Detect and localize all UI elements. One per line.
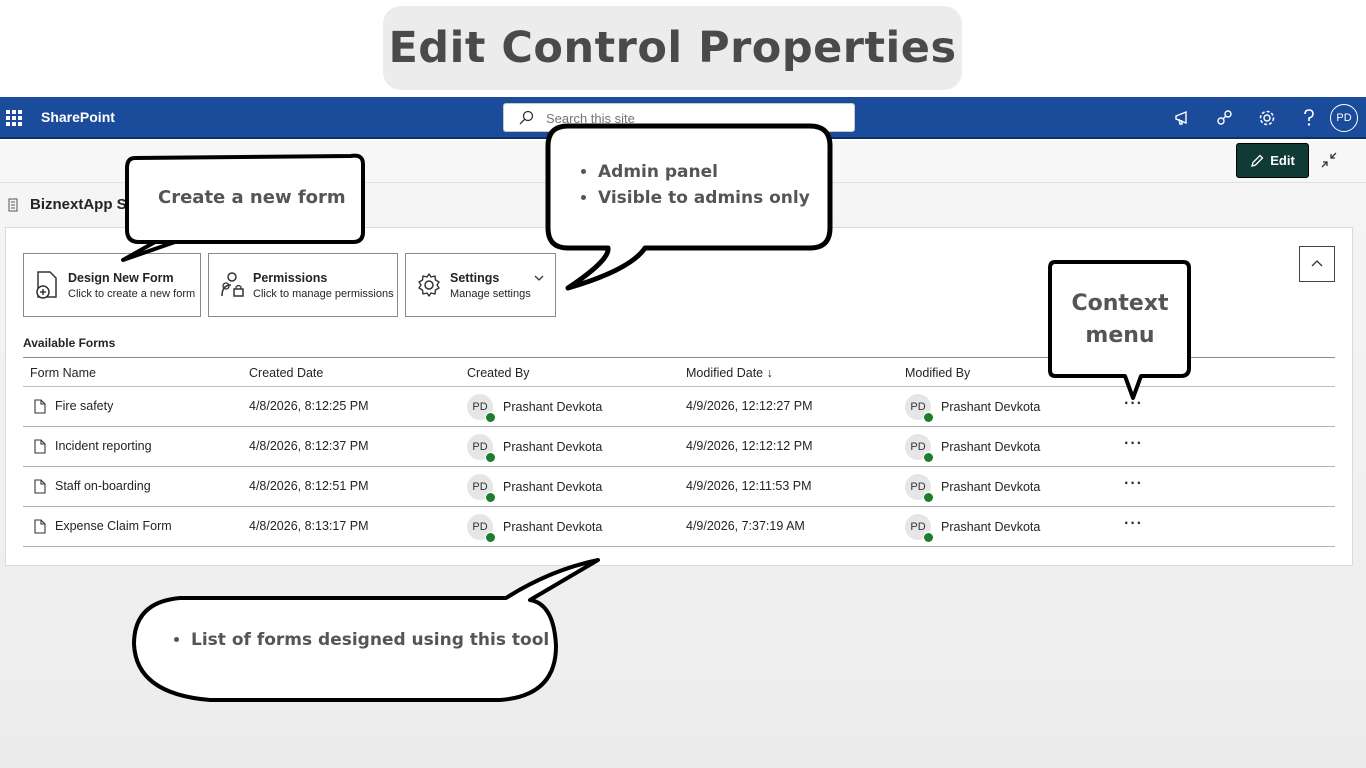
callout-admin-item: Admin panel xyxy=(598,162,810,182)
callout-forms-list-item: List of forms designed using this tool xyxy=(191,630,549,650)
callout-create-form-text: Create a new form xyxy=(158,187,346,208)
presence-available-icon xyxy=(923,452,934,463)
created-by-persona[interactable]: PD Prashant Devkota xyxy=(467,434,603,463)
user-avatar[interactable]: PD xyxy=(1330,104,1358,132)
more-options-icon[interactable]: ··· xyxy=(1124,435,1143,453)
modified-date: 4/9/2026, 12:11:53 PM xyxy=(686,479,812,493)
avatar: PD xyxy=(905,394,934,423)
settings-subtitle: Manage settings xyxy=(450,287,531,300)
presence-available-icon xyxy=(923,412,934,423)
avatar: PD xyxy=(467,514,496,543)
modified-by-name: Prashant Devkota xyxy=(941,440,1041,454)
document-icon xyxy=(34,519,46,534)
document-icon xyxy=(34,439,46,454)
available-forms-label: Available Forms xyxy=(23,336,116,350)
avatar: PD xyxy=(467,394,496,423)
more-options-icon[interactable]: ··· xyxy=(1124,475,1143,493)
created-by-persona[interactable]: PD Prashant Devkota xyxy=(467,394,603,423)
modified-by-name: Prashant Devkota xyxy=(941,520,1041,534)
new-form-icon xyxy=(36,271,57,299)
settings-button[interactable]: Settings Manage settings xyxy=(405,253,556,317)
modified-by-name: Prashant Devkota xyxy=(941,400,1041,414)
callout-context-line: Context xyxy=(1071,291,1169,316)
created-date: 4/8/2026, 8:12:51 PM xyxy=(249,479,369,493)
design-new-form-subtitle: Click to create a new form xyxy=(68,287,196,300)
settings-title: Settings xyxy=(450,270,500,285)
permissions-subtitle: Click to manage permissions xyxy=(253,287,394,300)
created-by-name: Prashant Devkota xyxy=(503,440,603,454)
form-name-link[interactable]: Staff on-boarding xyxy=(55,479,151,493)
collapse-icon[interactable] xyxy=(1320,151,1338,169)
tutorial-title-banner: Edit Control Properties xyxy=(383,6,962,90)
avatar: PD xyxy=(905,474,934,503)
app-name[interactable]: SharePoint xyxy=(41,109,115,125)
document-icon xyxy=(34,399,46,414)
search-icon xyxy=(519,110,534,125)
column-header-created-by[interactable]: Created By xyxy=(467,366,530,380)
modified-date: 4/9/2026, 12:12:27 PM xyxy=(686,399,813,413)
callout-admin-item: Visible to admins only xyxy=(598,188,810,208)
share-icon[interactable] xyxy=(1204,97,1246,139)
form-name-link[interactable]: Incident reporting xyxy=(55,439,152,453)
modified-by-persona[interactable]: PD Prashant Devkota xyxy=(905,474,1041,503)
design-new-form-title: Design New Form xyxy=(68,270,174,285)
created-date: 4/8/2026, 8:12:25 PM xyxy=(249,399,369,413)
modified-date: 4/9/2026, 12:12:12 PM xyxy=(686,439,813,453)
callout-context-menu-text: Context menu xyxy=(1050,288,1190,352)
presence-available-icon xyxy=(485,452,496,463)
document-icon xyxy=(34,479,46,494)
app-launcher-icon[interactable] xyxy=(6,110,22,126)
column-header-form-name[interactable]: Form Name xyxy=(30,366,96,380)
chevron-up-icon xyxy=(1311,260,1323,267)
more-options-icon[interactable]: ··· xyxy=(1124,515,1143,533)
presence-available-icon xyxy=(485,412,496,423)
modified-by-persona[interactable]: PD Prashant Devkota xyxy=(905,394,1041,423)
table-row[interactable]: Incident reporting 4/8/2026, 8:12:37 PM … xyxy=(23,427,1335,467)
presence-available-icon xyxy=(923,492,934,503)
modified-by-persona[interactable]: PD Prashant Devkota xyxy=(905,434,1041,463)
page-icon xyxy=(8,198,18,211)
column-header-modified-date[interactable]: Modified Date ↓ xyxy=(686,366,773,380)
callout-context-line: menu xyxy=(1085,323,1155,348)
avatar: PD xyxy=(467,474,496,503)
pencil-icon xyxy=(1251,154,1264,167)
edit-label: Edit xyxy=(1270,153,1295,168)
created-by-name: Prashant Devkota xyxy=(503,400,603,414)
column-header-created-date[interactable]: Created Date xyxy=(249,366,323,380)
presence-available-icon xyxy=(923,532,934,543)
help-icon[interactable] xyxy=(1288,97,1330,139)
modified-date: 4/9/2026, 7:37:19 AM xyxy=(686,519,805,533)
avatar: PD xyxy=(467,434,496,463)
callout-forms-list-list: List of forms designed using this tool xyxy=(191,630,549,650)
modified-by-persona[interactable]: PD Prashant Devkota xyxy=(905,514,1041,543)
form-name-link[interactable]: Expense Claim Form xyxy=(55,519,172,533)
avatar: PD xyxy=(905,514,934,543)
tutorial-title: Edit Control Properties xyxy=(388,23,957,73)
created-by-persona[interactable]: PD Prashant Devkota xyxy=(467,474,603,503)
people-lock-icon xyxy=(221,272,244,297)
table-row[interactable]: Expense Claim Form 4/8/2026, 8:13:17 PM … xyxy=(23,507,1335,547)
gear-icon[interactable] xyxy=(1246,97,1288,139)
collapse-section-button[interactable] xyxy=(1299,246,1335,282)
created-date: 4/8/2026, 8:12:37 PM xyxy=(249,439,369,453)
edit-page-button[interactable]: Edit xyxy=(1236,143,1309,178)
gear-icon xyxy=(418,273,440,297)
modified-by-name: Prashant Devkota xyxy=(941,480,1041,494)
created-by-persona[interactable]: PD Prashant Devkota xyxy=(467,514,603,543)
form-name-link[interactable]: Fire safety xyxy=(55,399,113,413)
presence-available-icon xyxy=(485,532,496,543)
presence-available-icon xyxy=(485,492,496,503)
created-by-name: Prashant Devkota xyxy=(503,480,603,494)
megaphone-icon[interactable] xyxy=(1162,97,1204,139)
table-row[interactable]: Staff on-boarding 4/8/2026, 8:12:51 PM P… xyxy=(23,467,1335,507)
permissions-title: Permissions xyxy=(253,270,328,285)
callout-admin-panel-list: Admin panel Visible to admins only xyxy=(598,162,810,208)
created-by-name: Prashant Devkota xyxy=(503,520,603,534)
created-date: 4/8/2026, 8:13:17 PM xyxy=(249,519,369,533)
avatar: PD xyxy=(905,434,934,463)
column-header-modified-by[interactable]: Modified By xyxy=(905,366,970,380)
